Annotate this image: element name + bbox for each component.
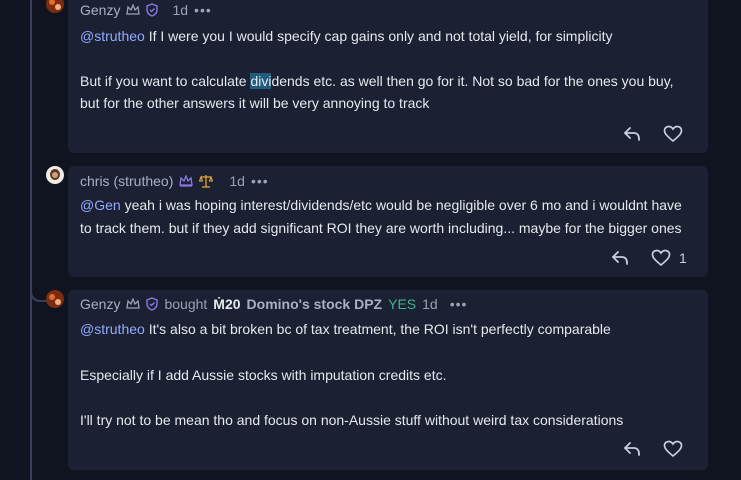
shield-icon <box>146 3 159 17</box>
comment-line: @Gen yeah i was hoping interest/dividend… <box>80 194 682 216</box>
avatar[interactable] <box>46 290 64 308</box>
heart-icon <box>663 125 683 143</box>
crown-icon <box>126 4 141 16</box>
author-name[interactable]: chris (strutheo) <box>80 173 173 189</box>
comment-text: I'll try not to be mean tho and focus on… <box>80 412 624 428</box>
thread-line <box>30 0 32 480</box>
market-link[interactable]: Domino's stock DPZ <box>247 296 383 312</box>
like-button[interactable] <box>663 125 691 143</box>
bought-label: bought <box>164 296 208 312</box>
author-name[interactable]: Genzy <box>80 296 120 312</box>
more-options-button[interactable]: ••• <box>251 173 269 189</box>
heart-icon <box>663 440 683 458</box>
shield-icon <box>146 297 159 311</box>
reply-icon[interactable] <box>611 250 629 266</box>
comment-text: If I were you I would specify cap gains … <box>144 28 613 44</box>
comment-text: to track them. but if they add significa… <box>80 220 682 236</box>
comment-card: Genzy bought Ṁ20 Domino's stock DPZ YES … <box>68 290 708 470</box>
comment-card: Genzy 1d ••• @strutheo If I were you I w… <box>68 0 708 153</box>
reply-icon[interactable] <box>623 441 641 457</box>
comment-line: @strutheo It's also a bit broken bc of t… <box>80 318 611 340</box>
avatar[interactable] <box>46 0 64 13</box>
comment-text: yeah i was hoping interest/dividends/etc… <box>120 197 682 213</box>
crown-icon <box>126 298 141 310</box>
comment-text: Especially if I add Aussie stocks with i… <box>80 367 447 383</box>
comment-meta: chris (strutheo) 1d ••• <box>80 173 269 189</box>
heart-icon <box>651 249 671 267</box>
highlighted-text: divi <box>250 73 272 89</box>
more-options-button[interactable]: ••• <box>450 296 468 312</box>
comment-meta: Genzy 1d ••• <box>80 2 212 18</box>
like-button[interactable] <box>663 440 691 458</box>
comment-line: But if you want to calculate dividends e… <box>80 70 674 92</box>
comment-text: dends etc. as well then go for it. Not s… <box>271 73 674 89</box>
outcome-badge: YES <box>388 296 417 312</box>
user-mention[interactable]: @Gen <box>80 197 121 213</box>
like-count: 1 <box>679 250 687 266</box>
comment-text: It's also a bit broken bc of tax treatme… <box>144 321 611 337</box>
crown-icon <box>179 175 194 187</box>
user-mention[interactable]: @strutheo <box>80 321 145 337</box>
comment-card: chris (strutheo) 1d ••• @Gen yeah i was … <box>68 166 708 277</box>
bet-amount: Ṁ20 <box>213 296 241 312</box>
comment-actions <box>623 125 691 143</box>
comment-text: But if you want to calculate <box>80 73 251 89</box>
comment-text: but for the other answers it will be ver… <box>80 95 430 111</box>
reply-icon[interactable] <box>623 126 641 142</box>
comment-actions: 1 <box>611 249 687 267</box>
user-mention[interactable]: @strutheo <box>80 28 145 44</box>
scales-icon <box>199 174 214 188</box>
author-name[interactable]: Genzy <box>80 2 120 18</box>
comment-time[interactable]: 1d <box>172 2 188 18</box>
comment-meta: Genzy bought Ṁ20 Domino's stock DPZ YES … <box>80 296 467 312</box>
comment-time[interactable]: 1d <box>229 173 245 189</box>
like-button[interactable]: 1 <box>651 249 687 267</box>
avatar[interactable] <box>46 166 64 184</box>
more-options-button[interactable]: ••• <box>194 2 212 18</box>
comment-line: @strutheo If I were you I would specify … <box>80 25 612 47</box>
comment-actions <box>623 440 691 458</box>
comment-time[interactable]: 1d <box>422 296 438 312</box>
